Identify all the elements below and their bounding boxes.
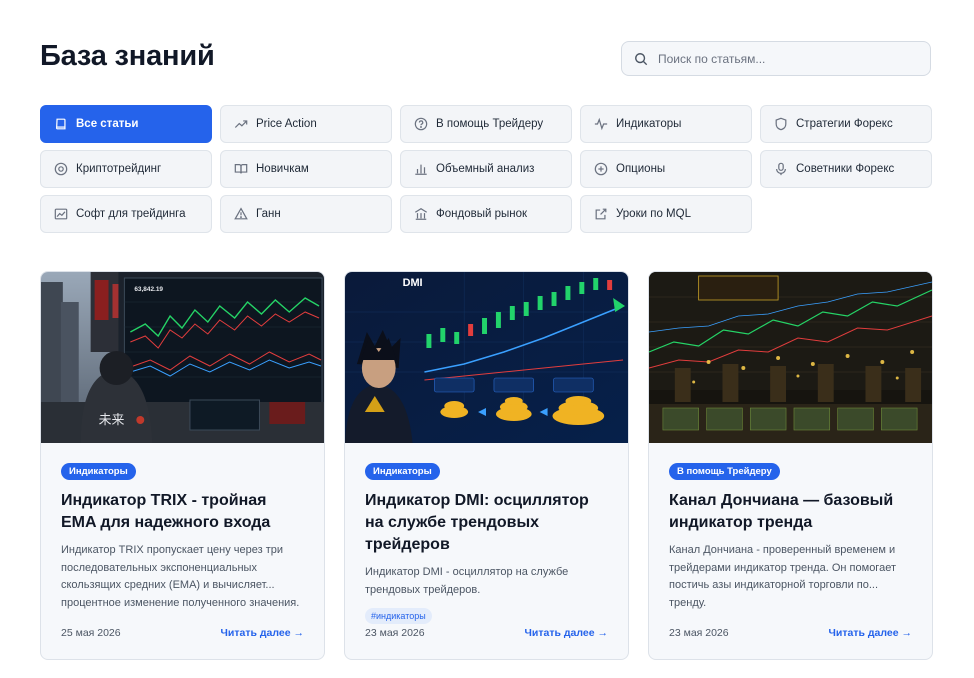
article-date: 23 мая 2026 [669,627,729,639]
article-card[interactable]: 63,842.19 未来 Индикаторы Индикатор TRIX -… [40,271,325,660]
category-label: Опционы [616,163,666,175]
category-label: Все статьи [76,118,139,130]
article-excerpt: Индикатор DMI - осциллятор на службе тре… [365,566,569,596]
category-label: Стратегии Форекс [796,118,893,130]
image-price-text: 63,842.19 [134,286,163,293]
article-title[interactable]: Индикатор TRIX - тройная EMA для надежно… [61,490,304,534]
category-options[interactable]: Опционы [580,150,752,188]
article-image-trix[interactable]: 63,842.19 未来 [41,272,324,443]
article-title[interactable]: Индикатор DMI: осциллятор на службе трен… [365,490,608,556]
category-label: Фондовый рынок [436,208,528,220]
category-price-action[interactable]: Price Action [220,105,392,143]
category-gann[interactable]: Ганн [220,195,392,233]
image-kanji-text: 未来 [99,413,125,428]
search-box[interactable] [621,41,931,76]
category-label: Объемный анализ [436,163,535,175]
search-input[interactable] [658,51,898,66]
category-label: Новичкам [256,163,309,175]
building-icon [414,208,428,220]
category-grid: Все статьи Price Action В помощь Трейдер… [40,105,932,233]
article-image-donchian[interactable] [649,272,932,443]
category-crypto[interactable]: Криптотрейдинг [40,150,212,188]
search-icon [635,52,648,65]
category-mql-lessons[interactable]: Уроки по MQL [580,195,752,233]
category-label: В помощь Трейдеру [436,118,544,130]
read-more-link[interactable]: Читать далее → [525,627,608,639]
category-forex-advisors[interactable]: Советники Форекс [760,150,932,188]
external-link-icon [595,208,607,220]
article-card[interactable]: DMI Индикаторы Индикатор DMI: осциллятор… [344,271,629,660]
help-circle-icon [414,117,428,131]
category-indicators[interactable]: Индикаторы [580,105,752,143]
coin-icon [54,162,68,176]
chart-window-icon [54,208,68,220]
article-date: 25 мая 2026 [61,627,121,639]
category-label: Индикаторы [616,118,682,130]
category-label: Уроки по MQL [616,208,691,220]
category-badge[interactable]: Индикаторы [365,463,440,480]
plus-circle-icon [594,162,608,176]
image-dmi-text: DMI [403,277,423,289]
category-volume-analysis[interactable]: Объемный анализ [400,150,572,188]
article-excerpt: Индикатор TRIX пропускает цену через три… [61,544,300,609]
category-stock-market[interactable]: Фондовый рынок [400,195,572,233]
category-forex-strategies[interactable]: Стратегии Форекс [760,105,932,143]
page-title: База знаний [40,40,215,72]
category-trading-software[interactable]: Софт для трейдинга [40,195,212,233]
category-label: Советники Форекс [796,163,895,175]
category-label: Криптотрейдинг [76,163,162,175]
article-title[interactable]: Канал Дончиана — базовый индикатор тренд… [669,490,912,534]
pulse-icon [594,117,608,131]
article-date: 23 мая 2026 [365,627,425,639]
article-tag[interactable]: #индикаторы [365,608,432,624]
trend-up-icon [234,120,248,128]
category-beginners[interactable]: Новичкам [220,150,392,188]
category-label: Ганн [256,208,281,220]
article-list: 63,842.19 未来 Индикаторы Индикатор TRIX -… [40,271,933,660]
category-trader-help[interactable]: В помощь Трейдеру [400,105,572,143]
bar-chart-icon [415,164,427,175]
category-badge[interactable]: Индикаторы [61,463,136,480]
warning-triangle-icon [234,207,248,220]
read-more-link[interactable]: Читать далее → [829,627,912,639]
category-badge[interactable]: В помощь Трейдеру [669,463,780,480]
article-card[interactable]: В помощь Трейдеру Канал Дончиана — базов… [648,271,933,660]
category-label: Price Action [256,118,317,130]
article-image-dmi[interactable]: DMI [345,272,628,443]
category-label: Софт для трейдинга [76,208,186,220]
open-book-icon [234,164,248,174]
article-excerpt: Канал Дончиана - проверенный временем и … [669,544,896,609]
category-all-articles[interactable]: Все статьи [40,105,212,143]
shield-icon [775,117,787,131]
microphone-icon [776,162,786,176]
book-icon [56,118,66,130]
read-more-link[interactable]: Читать далее → [221,627,304,639]
